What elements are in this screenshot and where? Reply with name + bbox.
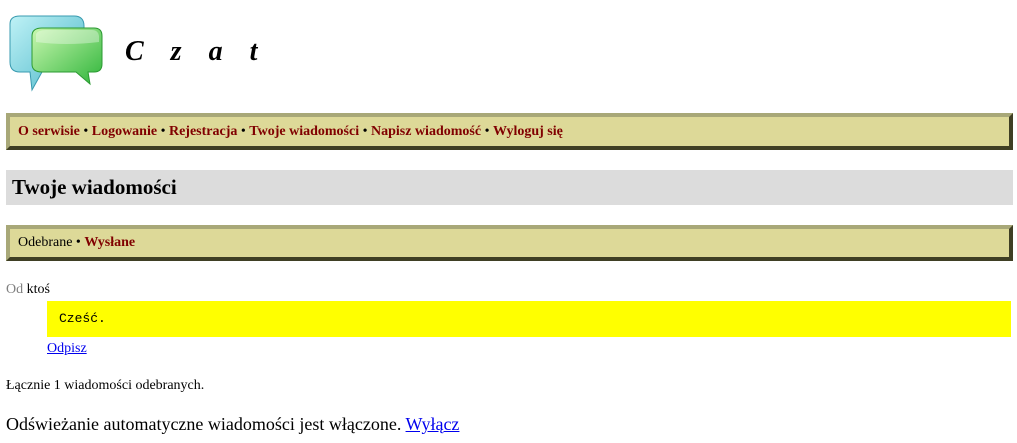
- message-tabs: Odebrane • Wysłane: [6, 225, 1013, 261]
- nav-about[interactable]: O serwisie: [18, 124, 80, 139]
- nav-separator: •: [362, 124, 368, 139]
- nav-register[interactable]: Rejestracja: [169, 124, 237, 139]
- page-title: Twoje wiadomości: [6, 170, 1013, 205]
- site-title: C z a t: [125, 36, 268, 67]
- tab-sent[interactable]: Wysłane: [84, 235, 135, 250]
- nav-write-message[interactable]: Napisz wiadomość: [371, 124, 481, 139]
- tab-separator: •: [75, 235, 81, 250]
- reply-link[interactable]: Odpisz: [47, 341, 87, 357]
- message-body: Cześć.: [47, 301, 1011, 337]
- auto-refresh-status: Odświeżanie automatyczne wiadomości jest…: [6, 414, 459, 435]
- nav-separator: •: [83, 124, 89, 139]
- main-nav: O serwisie • Logowanie • Rejestracja • T…: [6, 113, 1013, 150]
- auto-refresh-text: Odświeżanie automatyczne wiadomości jest…: [6, 414, 402, 434]
- from-user: ktoś: [26, 282, 50, 297]
- tab-received: Odebrane: [18, 235, 73, 250]
- message-sender: Od ktoś: [6, 282, 50, 298]
- chat-bubbles-icon: [9, 15, 103, 92]
- nav-your-messages[interactable]: Twoje wiadomości: [249, 124, 359, 139]
- message-count-summary: Łącznie 1 wiadomości odebranych.: [6, 378, 205, 393]
- nav-separator: •: [240, 124, 246, 139]
- nav-separator: •: [484, 124, 490, 139]
- nav-separator: •: [160, 124, 166, 139]
- nav-logout[interactable]: Wyloguj się: [493, 124, 563, 139]
- nav-login[interactable]: Logowanie: [92, 124, 157, 139]
- disable-refresh-link[interactable]: Wyłącz: [406, 414, 460, 434]
- site-header: C z a t: [0, 0, 1017, 105]
- from-label: Od: [6, 282, 24, 297]
